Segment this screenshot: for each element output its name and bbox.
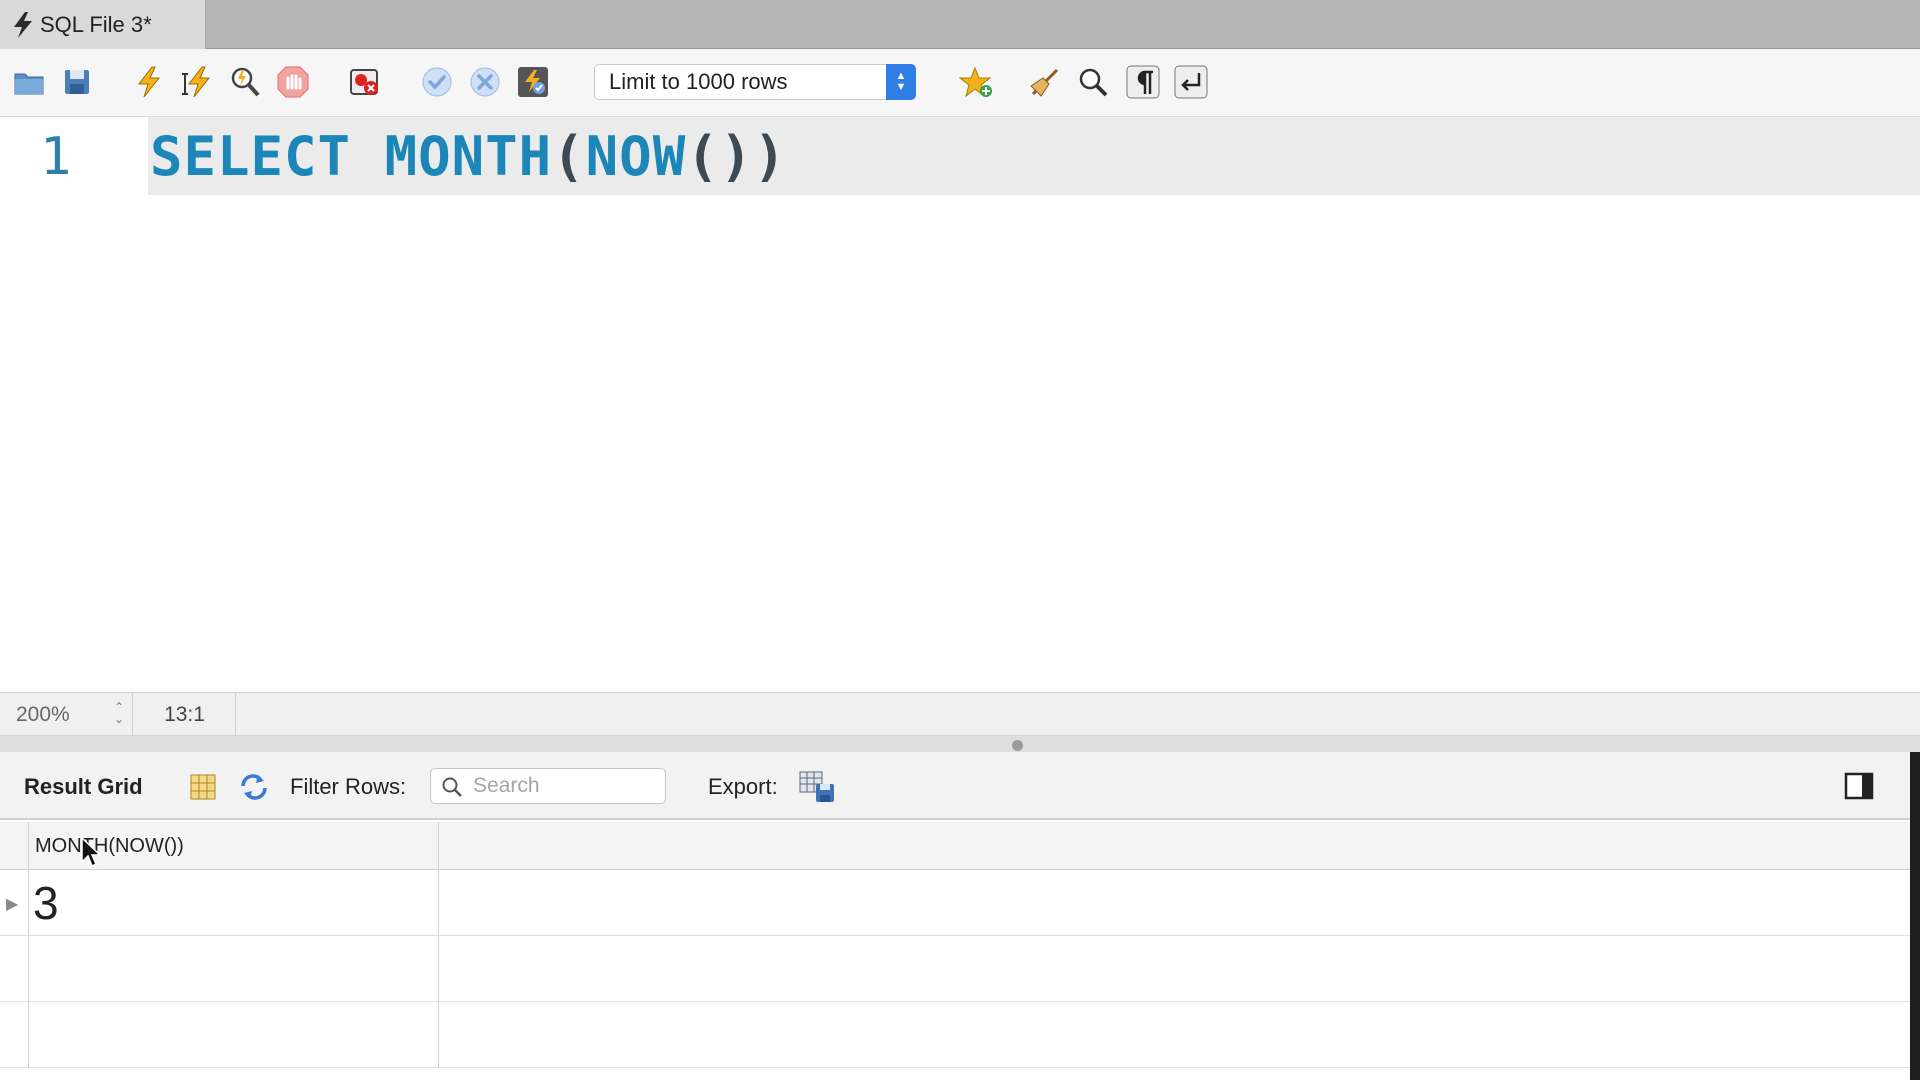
search-input[interactable] [473,773,659,799]
save-icon[interactable] [58,63,96,101]
commit-icon[interactable] [418,63,456,101]
keyword-select: SELECT [150,125,352,188]
invisible-chars-icon[interactable] [1124,63,1162,101]
grid-gutter-header [0,822,29,870]
execute-icon[interactable] [130,63,168,101]
explain-icon[interactable] [226,63,264,101]
tab-title: SQL File 3* [40,11,152,37]
sql-toolbar: Limit to 1000 rows ▲ ▼ [0,49,1920,117]
table-row[interactable]: ▶ 3 [0,870,1910,936]
limit-rows-select[interactable]: Limit to 1000 rows ▲ ▼ [594,64,916,100]
row-pointer-icon: ▶ [6,896,19,913]
export-label: Export: [708,774,778,799]
result-grid: MONTH(NOW()) ▶ 3 [0,822,1910,1080]
filter-rows-label: Filter Rows: [290,774,407,799]
editor-status-bar: 200% ⌃ ⌄ 13:1 [0,692,1920,736]
result-toolbar: Result Grid Filter Rows: Export: [0,752,1920,820]
open-folder-icon[interactable] [10,63,48,101]
add-snippet-icon[interactable] [958,63,996,101]
table-cell[interactable] [29,936,439,1002]
table-cell[interactable] [29,1002,439,1068]
tab-sql-file[interactable]: SQL File 3* [0,0,206,49]
row-gutter[interactable]: ▶ [0,870,29,936]
mouse-pointer-icon [81,836,102,868]
line-number: 1 [40,127,72,187]
stop-icon[interactable] [274,63,312,101]
sql-code-line[interactable]: SELECT MONTH(NOW()) [150,125,787,188]
lightning-bolt-icon [14,11,32,38]
row-gutter[interactable] [0,1002,29,1068]
limit-rows-value: Limit to 1000 rows [609,69,788,94]
splitter-handle[interactable] [1012,740,1023,751]
refresh-icon[interactable] [238,772,270,802]
grid-header-row: MONTH(NOW()) [0,822,1910,870]
sql-editor[interactable]: 1 SELECT MONTH(NOW()) [0,117,1920,692]
zoom-level-stepper[interactable]: 200% ⌃ ⌄ [0,693,133,736]
chevron-updown-icon[interactable]: ⌃ ⌄ [114,701,124,725]
toggle-side-panel-icon[interactable] [1844,772,1874,800]
table-row[interactable] [0,936,1910,1002]
panel-splitter[interactable] [0,736,1920,752]
table-row[interactable] [0,1002,1910,1068]
autocommit-icon[interactable] [514,63,552,101]
function-now: NOW [585,125,687,188]
row-gutter[interactable] [0,936,29,1002]
side-panel-edge [1910,752,1920,1080]
grid-layout-icon[interactable] [188,772,218,802]
execute-current-icon[interactable] [178,63,216,101]
wrap-lines-icon[interactable] [1172,63,1210,101]
paren-open: ( [552,125,586,188]
zoom-level: 200% [16,703,70,726]
export-icon[interactable] [798,770,836,804]
table-cell[interactable]: 3 [29,870,439,936]
beautify-icon[interactable] [1026,63,1064,101]
paren-close: ()) [686,125,787,188]
rollback-icon[interactable] [466,63,504,101]
search-box[interactable] [430,768,666,804]
tab-bar: SQL File 3* [0,0,1920,49]
toggle-error-stop-icon[interactable] [346,63,384,101]
function-month: MONTH [384,125,553,188]
search-icon [442,777,462,797]
result-grid-label: Result Grid [24,774,143,799]
cursor-position: 13:1 [134,693,236,736]
find-icon[interactable] [1074,63,1112,101]
chevron-updown-icon[interactable]: ▲ ▼ [886,64,916,100]
